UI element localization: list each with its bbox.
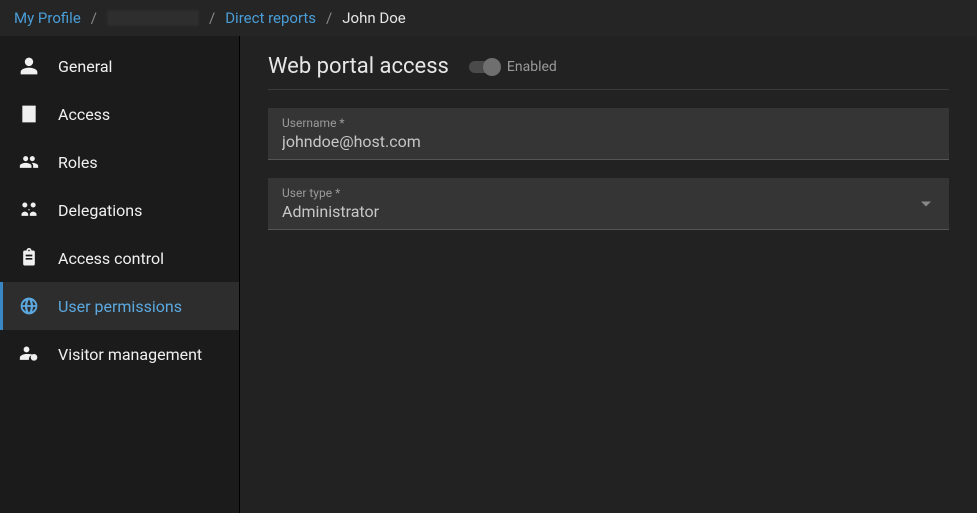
clipboard-icon [18,247,40,269]
breadcrumb-current: John Doe [342,9,405,27]
sidebar-item-label: Access control [58,249,164,268]
breadcrumb: My Profile / / Direct reports / John Doe [0,0,977,36]
sidebar: General Access Roles Delegations Access [0,36,240,513]
username-input[interactable] [282,132,935,151]
sidebar-item-label: User permissions [58,297,182,316]
chevron-down-icon [921,201,931,206]
username-label: Username * [282,116,935,130]
breadcrumb-direct-reports[interactable]: Direct reports [225,9,316,27]
section-title: Web portal access [268,54,449,79]
sidebar-item-user-permissions[interactable]: User permissions [0,282,239,330]
sidebar-item-roles[interactable]: Roles [0,138,239,186]
sidebar-item-access[interactable]: Access [0,90,239,138]
toggle-switch-icon [469,61,499,73]
sidebar-item-label: Delegations [58,201,142,220]
delegate-icon [18,199,40,221]
main-panel: Web portal access Enabled Username * Use… [240,36,977,513]
sidebar-item-general[interactable]: General [0,42,239,90]
breadcrumb-obscured-item[interactable] [107,10,199,26]
sidebar-item-visitor-management[interactable]: Visitor management [0,330,239,378]
person-icon [18,55,40,77]
breadcrumb-sep: / [326,9,332,27]
sidebar-item-access-control[interactable]: Access control [0,234,239,282]
building-icon [18,103,40,125]
group-icon [18,151,40,173]
section-header: Web portal access Enabled [268,54,949,90]
user-type-value: Administrator [282,202,935,221]
sidebar-item-label: Visitor management [58,345,202,364]
toggle-label: Enabled [507,59,557,75]
breadcrumb-sep: / [91,9,97,27]
sidebar-item-label: General [58,57,112,76]
username-field[interactable]: Username * [268,108,949,160]
globe-icon [18,295,40,317]
breadcrumb-my-profile[interactable]: My Profile [14,9,81,27]
user-type-field[interactable]: User type * Administrator [268,178,949,230]
user-type-label: User type * [282,186,935,200]
sidebar-item-label: Access [58,105,110,124]
sidebar-item-label: Roles [58,153,98,172]
web-access-toggle-wrap[interactable]: Enabled [469,59,557,75]
person-circle-icon [18,343,40,365]
breadcrumb-sep: / [209,9,215,27]
sidebar-item-delegations[interactable]: Delegations [0,186,239,234]
